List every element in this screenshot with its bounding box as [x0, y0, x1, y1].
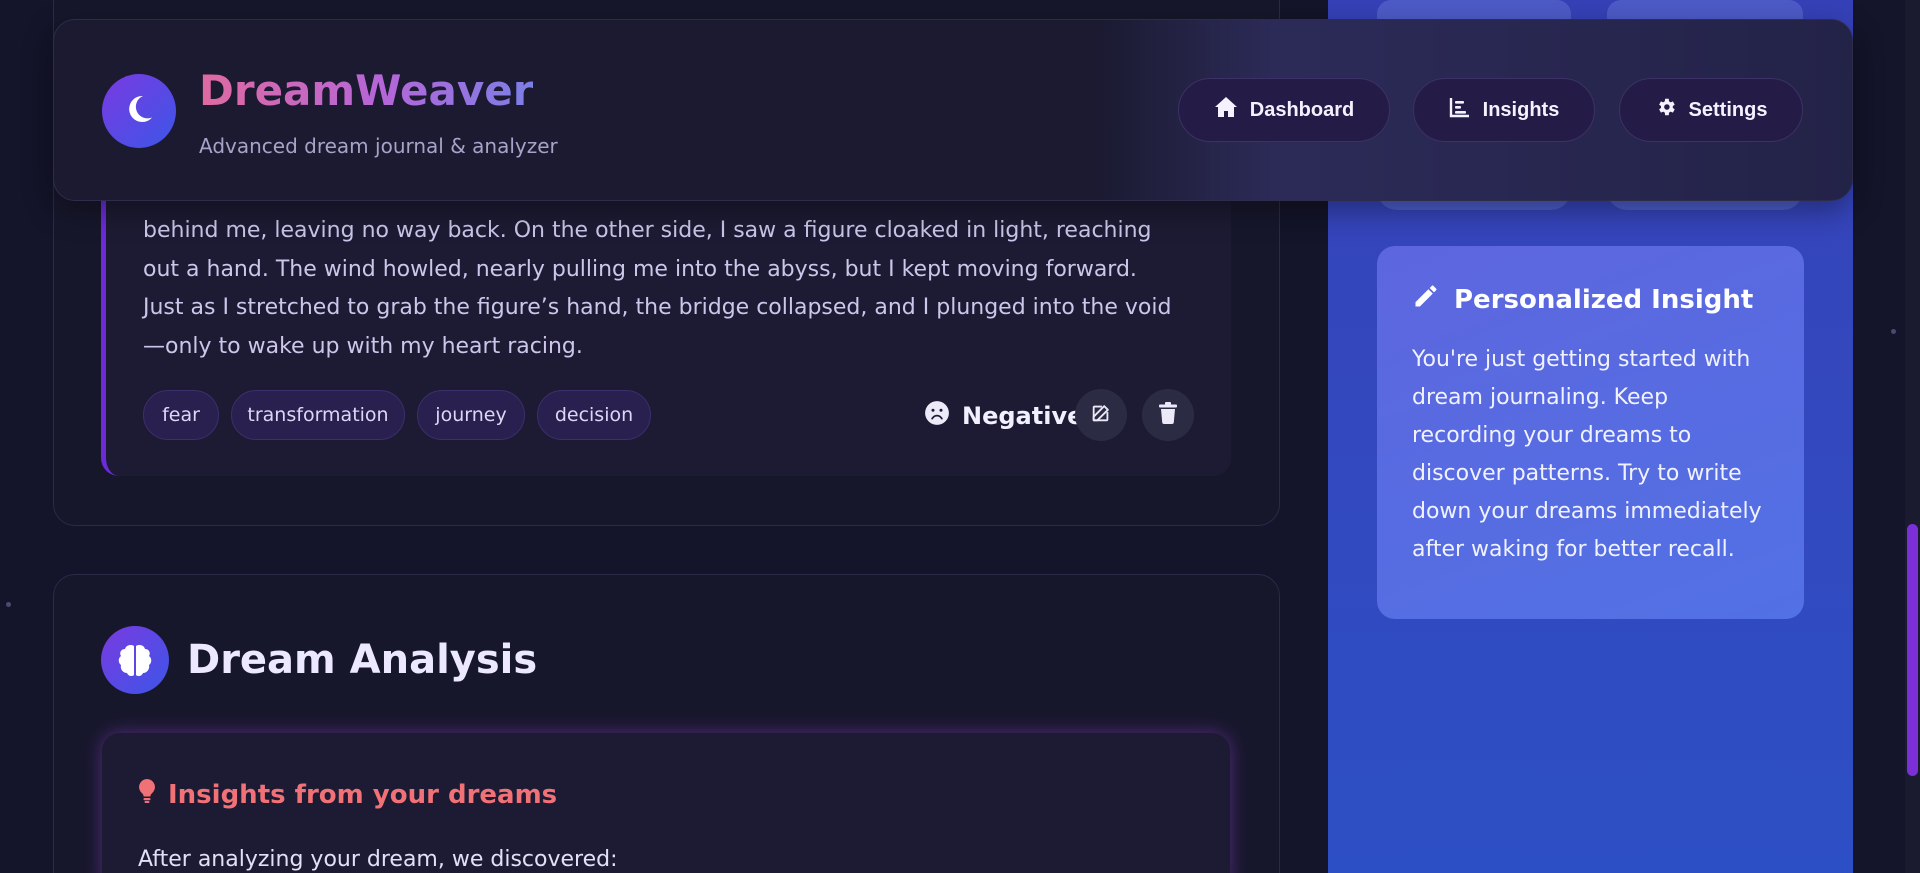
mood-indicator: Negative	[924, 400, 1083, 432]
brain-icon	[101, 626, 169, 694]
insights-heading-text: Insights from your dreams	[168, 779, 558, 810]
nav-insights-button[interactable]: Insights	[1413, 78, 1595, 142]
insights-intro-text: After analyzing your dream, we discovere…	[138, 847, 618, 872]
frown-icon	[924, 400, 950, 432]
mood-label: Negative	[962, 402, 1084, 430]
personalized-insight-card: Personalized Insight You're just getting…	[1377, 246, 1804, 619]
gear-icon	[1655, 96, 1677, 124]
app-title: DreamWeaver	[199, 66, 534, 115]
lightbulb-icon	[138, 778, 156, 811]
tag-fear[interactable]: fear	[143, 390, 219, 440]
personalized-insight-text: You're just getting started with dream j…	[1412, 347, 1762, 562]
nav-dashboard-label: Dashboard	[1249, 98, 1355, 121]
tag-transformation[interactable]: transformation	[231, 390, 405, 440]
tag-decision[interactable]: decision	[537, 390, 651, 440]
delete-button[interactable]	[1142, 389, 1194, 441]
pencil-icon	[1412, 282, 1440, 317]
personalized-insight-title: Personalized Insight	[1454, 284, 1754, 315]
edit-button[interactable]	[1075, 389, 1127, 441]
app-subtitle: Advanced dream journal & analyzer	[199, 134, 558, 158]
personalized-insight-heading: Personalized Insight	[1412, 282, 1770, 317]
insights-heading: Insights from your dreams	[138, 778, 557, 811]
nav-dashboard-button[interactable]: Dashboard	[1178, 78, 1390, 142]
edit-icon	[1090, 402, 1112, 428]
decorative-dot	[1891, 329, 1896, 334]
dream-analysis-title: Dream Analysis	[187, 637, 538, 683]
tag-journey[interactable]: journey	[417, 390, 525, 440]
nav-insights-label: Insights	[1482, 98, 1560, 121]
home-icon	[1214, 96, 1238, 124]
dream-entry-text: behind me, leaving no way back. On the o…	[143, 218, 1172, 359]
logo[interactable]	[102, 74, 176, 148]
scrollbar-thumb[interactable]	[1907, 524, 1918, 776]
nav-settings-label: Settings	[1688, 98, 1768, 121]
moon-icon	[122, 92, 156, 130]
nav-settings-button[interactable]: Settings	[1619, 78, 1803, 142]
trash-icon	[1158, 402, 1178, 428]
decorative-dot	[6, 602, 11, 607]
chart-icon	[1449, 96, 1471, 124]
